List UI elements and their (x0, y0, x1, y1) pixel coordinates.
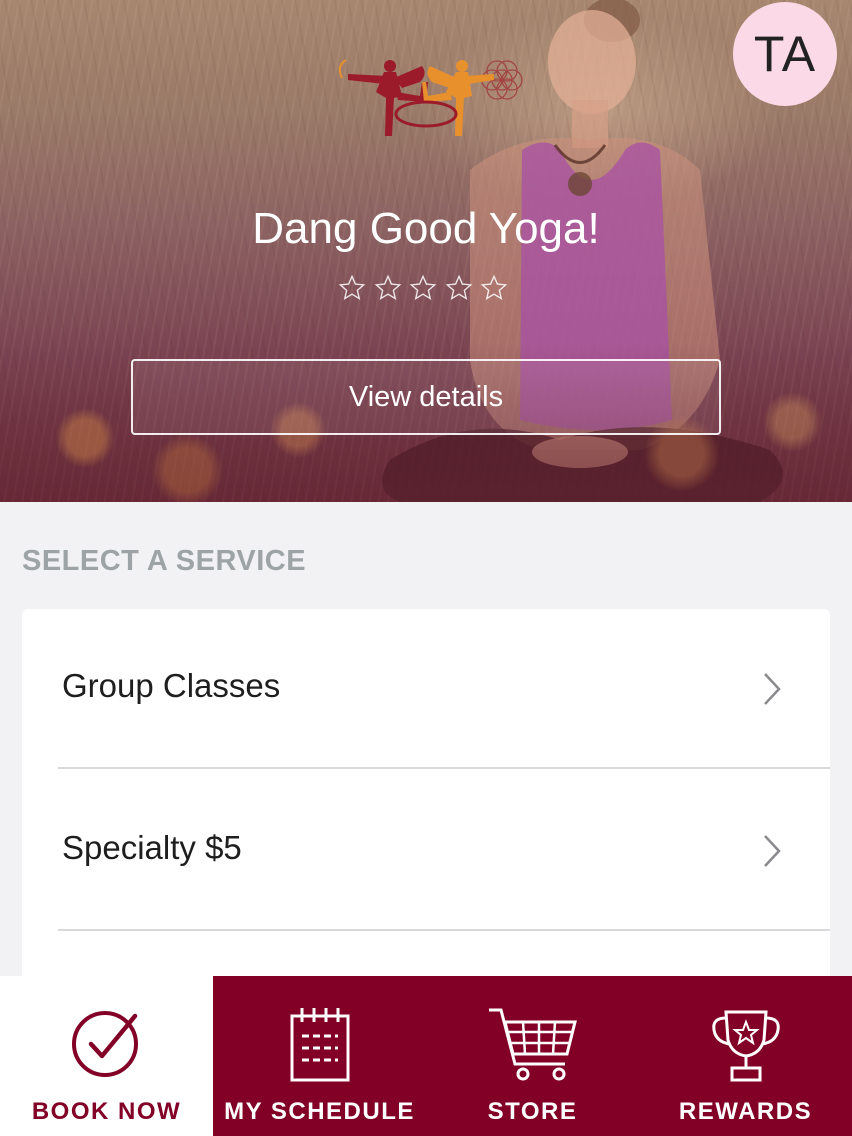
tab-label: BOOK NOW (31, 1098, 182, 1125)
hero-banner: TA Dang Good Yoga! View details (0, 0, 852, 502)
divider (58, 767, 830, 769)
tab-label: REWARDS (678, 1098, 813, 1125)
user-avatar[interactable]: TA (733, 2, 837, 106)
cart-icon (488, 1008, 577, 1081)
tab-store[interactable]: STORE (426, 976, 639, 1136)
tab-label: MY SCHEDULE (224, 1098, 415, 1125)
studio-logo-icon (338, 59, 523, 136)
service-item-specialty[interactable]: Specialty $5 (22, 771, 830, 931)
tab-rewards[interactable]: REWARDS (639, 976, 852, 1136)
service-item-label: Specialty $5 (62, 829, 242, 866)
service-list: Group Classes Specialty $5 (22, 609, 830, 989)
star-icon (338, 274, 366, 300)
chevron-right-icon (764, 673, 781, 705)
chevron-right-icon (764, 835, 781, 867)
calendar-icon (290, 1008, 349, 1082)
bottom-tab-bar: BOOK NOW MY SCHEDULE STORE REWARDS (0, 976, 852, 1136)
star-rating (338, 274, 508, 304)
star-icon (480, 274, 508, 300)
star-icon (409, 274, 437, 300)
studio-name: Dang Good Yoga! (252, 204, 600, 253)
divider (58, 929, 830, 931)
star-icon (445, 274, 472, 300)
tab-my-schedule[interactable]: MY SCHEDULE (213, 976, 426, 1136)
view-details-button[interactable]: View details (131, 359, 721, 435)
service-item-label: Group Classes (62, 667, 281, 704)
tab-label: STORE (487, 1098, 578, 1125)
check-circle-icon (71, 1011, 138, 1077)
trophy-icon (711, 1010, 780, 1082)
service-item-group-classes[interactable]: Group Classes (22, 609, 830, 769)
section-title: SELECT A SERVICE (22, 545, 307, 577)
star-icon (374, 274, 401, 300)
tab-book-now[interactable]: BOOK NOW (0, 976, 213, 1136)
